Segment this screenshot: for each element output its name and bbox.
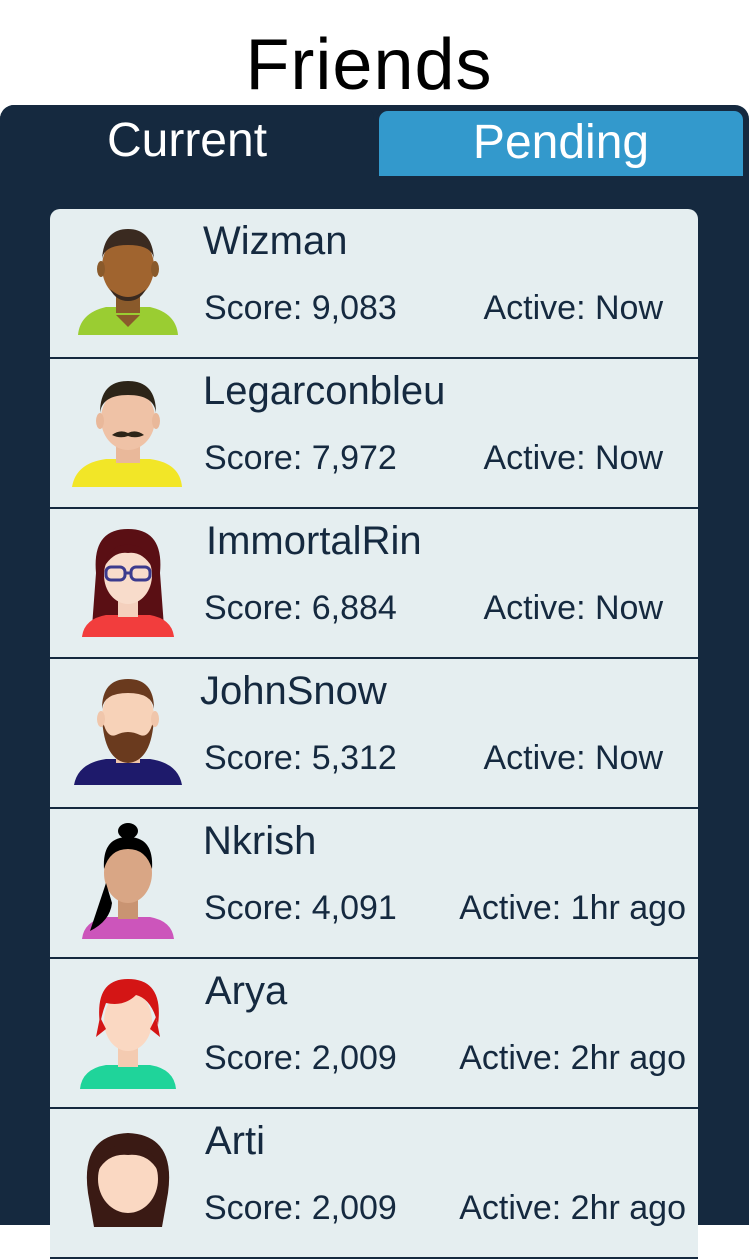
friend-name: Nkrish bbox=[203, 819, 317, 863]
friend-row-legarconbleu[interactable]: Legarconbleu Score: 7,972 Active: Now bbox=[50, 359, 698, 509]
man-mustache-yellow-shirt-avatar-icon bbox=[66, 373, 190, 493]
man-dark-skin-green-shirt-avatar-icon bbox=[66, 223, 190, 343]
friend-score: Score: 4,091 bbox=[204, 889, 397, 927]
friend-score: Score: 6,884 bbox=[204, 589, 397, 627]
friend-name: ImmortalRin bbox=[206, 519, 422, 563]
friend-name: Arti bbox=[205, 1119, 265, 1163]
friend-row-wizman[interactable]: Wizman Score: 9,083 Active: Now bbox=[50, 209, 698, 359]
friend-name: Legarconbleu bbox=[203, 369, 446, 413]
friend-active-status: Active: Now bbox=[483, 739, 664, 777]
friend-score: Score: 7,972 bbox=[204, 439, 397, 477]
friend-row-arya[interactable]: Arya Score: 2,009 Active: 2hr ago bbox=[50, 959, 698, 1109]
friend-active-status: Active: Now bbox=[483, 439, 664, 477]
woman-red-hair-teal-top-avatar-icon bbox=[66, 973, 190, 1093]
friend-active-status: Active: 2hr ago bbox=[459, 1189, 686, 1227]
friend-row-johnsnow[interactable]: JohnSnow Score: 5,312 Active: Now bbox=[50, 659, 698, 809]
tab-current[interactable]: Current bbox=[0, 105, 374, 177]
friend-active-status: Active: Now bbox=[483, 289, 664, 327]
friend-active-status: Active: Now bbox=[483, 589, 664, 627]
friend-active-status: Active: 2hr ago bbox=[459, 1039, 686, 1077]
friend-name: JohnSnow bbox=[200, 669, 387, 713]
friend-name: Arya bbox=[205, 969, 288, 1013]
page-title: Friends bbox=[245, 25, 493, 105]
friend-row-immortalrin[interactable]: ImmortalRin Score: 6,884 Active: Now bbox=[50, 509, 698, 659]
woman-ponytail-pink-top-avatar-icon bbox=[66, 823, 190, 943]
friend-score: Score: 2,009 bbox=[204, 1039, 397, 1077]
friend-row-nkrish[interactable]: Nkrish Score: 4,091 Active: 1hr ago bbox=[50, 809, 698, 959]
friend-row-arti[interactable]: Arti Score: 2,009 Active: 2hr ago bbox=[50, 1109, 698, 1259]
man-beard-navy-shirt-avatar-icon bbox=[66, 673, 190, 793]
friends-panel: Current Pending Wizman Score: 9,083 Acti… bbox=[0, 105, 749, 1259]
tab-pending[interactable]: Pending bbox=[376, 108, 746, 176]
friend-score: Score: 5,312 bbox=[204, 739, 397, 777]
friend-name: Wizman bbox=[203, 219, 348, 263]
woman-dark-hair-avatar-icon bbox=[66, 1123, 190, 1243]
friend-score: Score: 9,083 bbox=[204, 289, 397, 327]
friends-list: Wizman Score: 9,083 Active: Now Legarcon… bbox=[50, 209, 698, 1259]
friend-active-status: Active: 1hr ago bbox=[459, 889, 686, 927]
friend-score: Score: 2,009 bbox=[204, 1189, 397, 1227]
woman-glasses-red-top-avatar-icon bbox=[66, 523, 190, 643]
